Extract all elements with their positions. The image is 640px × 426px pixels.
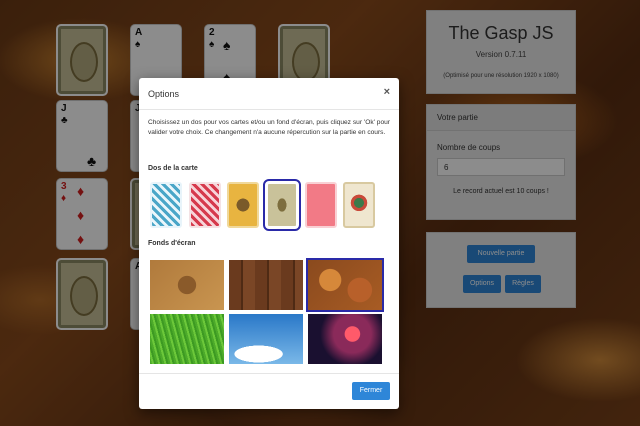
modal-footer: Fermer [139,373,399,409]
close-icon[interactable]: × [384,86,390,98]
modal-header: Options × [139,78,399,110]
card-back-option[interactable] [150,182,182,228]
card-back-option[interactable] [343,182,375,228]
background-option[interactable] [150,260,224,310]
card-back-option[interactable] [263,179,301,231]
close-button[interactable]: Fermer [352,382,390,400]
card-back-option[interactable] [305,182,337,228]
card-backs-label: Dos de la carte [148,165,198,172]
modal-title: Options [148,89,180,99]
background-option[interactable] [306,258,384,312]
modal-description: Choisissez un dos pour vos cartes et/ou … [148,119,390,136]
background-option[interactable] [150,314,224,364]
backgrounds-label: Fonds d'écran [148,240,196,247]
options-modal: Options × Choisissez un dos pour vos car… [139,78,399,409]
card-back-option[interactable] [189,182,221,228]
background-option[interactable] [229,314,303,364]
background-option[interactable] [229,260,303,310]
background-option[interactable] [308,314,382,364]
card-back-option[interactable] [227,182,259,228]
